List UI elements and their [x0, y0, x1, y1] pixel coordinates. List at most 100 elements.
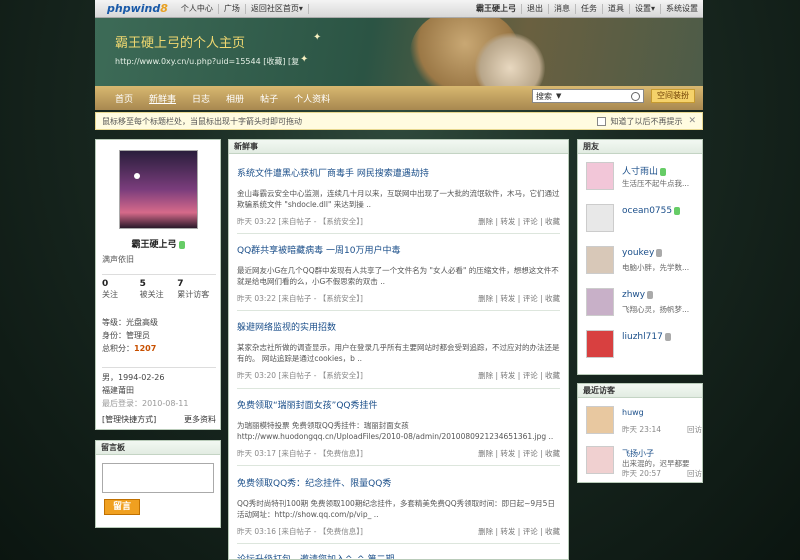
feed-item-title[interactable]: 论坛升级打包，邀请您加入^_^ 第二期: [237, 552, 560, 559]
visitor-item[interactable]: 飞扬小子 出来混的，迟早都要 昨天 20:57 回访: [586, 446, 702, 478]
offline-icon: [647, 290, 654, 299]
topbar-username[interactable]: 霸王硬上弓: [471, 4, 521, 14]
guestbook-submit-button[interactable]: 留言: [104, 499, 140, 515]
feed-item-source[interactable]: [来自帖子 - 【免费信息】]: [278, 448, 363, 459]
nav-profile[interactable]: 个人资料: [286, 92, 338, 105]
friend-item[interactable]: zhwy 飞翔心灵，扬帆梦...: [586, 288, 698, 320]
visitor-name[interactable]: huwg: [622, 408, 644, 417]
profile-credit: 总积分：1207: [102, 344, 157, 353]
nav-album[interactable]: 相册: [218, 92, 252, 105]
feed-item-title[interactable]: 躲避网络监视的实用招数: [237, 320, 560, 333]
feed-item-actions[interactable]: 删除 | 转发 | 评论 | 收藏: [478, 526, 560, 537]
topbar-tasks[interactable]: 任务: [574, 3, 602, 14]
feed-item-time: 昨天 03:16: [237, 527, 276, 536]
offline-icon: [664, 332, 671, 341]
avatar[interactable]: [119, 150, 198, 229]
topbar-logout[interactable]: 退出: [520, 3, 548, 14]
topbar-settings[interactable]: 设置▾: [628, 3, 660, 14]
stat-follow[interactable]: 0 关注: [102, 279, 140, 300]
visitor-reply-link[interactable]: 回访: [687, 468, 702, 479]
avatar[interactable]: [586, 330, 614, 358]
feed-item-source[interactable]: [来自帖子 - 【免费信息】]: [278, 526, 363, 537]
topbar-back-home[interactable]: 返回社区首页▾: [246, 3, 309, 14]
friend-item[interactable]: ocean0755: [586, 204, 698, 236]
feed-item-actions[interactable]: 删除 | 转发 | 评论 | 收藏: [478, 293, 560, 304]
guestbook-title: 留言板: [96, 441, 220, 455]
topbar-personal-center[interactable]: 个人中心: [176, 3, 219, 14]
online-icon: [660, 167, 667, 176]
more-info-link[interactable]: 更多资料: [184, 414, 216, 425]
topbar-system-settings[interactable]: 系统设置: [660, 3, 703, 14]
phpwind-logo[interactable]: phpwind8: [107, 2, 168, 15]
profile-info: 等级：光盘高级 身份：管理员 总积分：1207: [102, 316, 158, 355]
dont-show-checkbox[interactable]: [597, 116, 607, 126]
stat-followers[interactable]: 5 被关注: [140, 279, 178, 300]
space-url[interactable]: http://www.0xy.cn/u.php?uid=15544 [收藏] […: [115, 56, 299, 67]
feed-item-body: 为瑞丽模特投票 免费领取QQ秀挂件：瑞丽封面女孩 http://www.huod…: [237, 421, 554, 441]
avatar[interactable]: [586, 162, 614, 190]
profile-nickname[interactable]: 霸王硬上弓: [96, 237, 220, 250]
feed-item-title[interactable]: 免费领取QQ秀：纪念挂件、限量QQ秀: [237, 476, 560, 489]
offline-icon: [656, 248, 663, 257]
tip-text: 鼠标移至每个标题栏处，当鼠标出现十字箭头时即可拖动: [102, 116, 302, 126]
online-icon: [674, 206, 681, 215]
feed-item: QQ群共享被暗藏病毒 一周10万用户中毒 最近网友小G在几个QQ群中发现有人共享…: [237, 243, 560, 304]
friend-item[interactable]: 人寸雨山 生活压不起牛点我...: [586, 162, 698, 194]
manage-shortcut-link[interactable]: [管理快捷方式]: [102, 414, 156, 425]
feed-item-actions[interactable]: 删除 | 转发 | 评论 | 收藏: [478, 370, 560, 381]
feed-item-source[interactable]: [来自帖子 - 【系统安全】]: [278, 293, 363, 304]
feed-item-source[interactable]: [来自帖子 - 【系统安全】]: [278, 370, 363, 381]
visitor-item[interactable]: huwg 昨天 23:14 回访: [586, 406, 702, 438]
topbar-square[interactable]: 广场: [219, 3, 246, 14]
skin-button[interactable]: 空间装扮: [651, 89, 695, 103]
friend-name: youkey: [622, 248, 655, 258]
profile-gender-birthday: 男，1994-02-26: [102, 373, 165, 382]
dont-show-again[interactable]: 知道了以后不再提示: [597, 116, 682, 127]
visitor-time: 昨天 23:14: [622, 425, 661, 434]
topbar-messages[interactable]: 消息: [547, 3, 575, 14]
close-icon[interactable]: ✕: [688, 116, 696, 126]
feed-item-title[interactable]: 免费领取“瑞丽封面女孩”QQ秀挂件: [237, 398, 560, 411]
friends-panel: 朋友 人寸雨山 生活压不起牛点我... ocean0755 youkey 电脑小…: [577, 139, 703, 375]
guestbook-textarea[interactable]: [102, 463, 214, 493]
divider: [237, 388, 560, 389]
visitors-title: 最近访客: [578, 384, 702, 398]
avatar[interactable]: [586, 406, 614, 434]
avatar[interactable]: [586, 204, 614, 232]
nav-feed[interactable]: 新鲜事: [141, 92, 184, 105]
divider: [237, 465, 560, 466]
search-icon[interactable]: [631, 91, 640, 101]
avatar[interactable]: [586, 246, 614, 274]
friend-item[interactable]: liuzhl717: [586, 330, 698, 362]
topbar-props[interactable]: 道具: [601, 3, 629, 14]
feed-item-body: 最近网友小G在几个QQ群中发现有人共享了一个文件名为 "女人必看" 的压缩文件，…: [237, 266, 559, 286]
top-bar: phpwind8 个人中心 广场 返回社区首页▾ 霸王硬上弓 退出 消息 任务 …: [95, 0, 703, 18]
feed-item-actions[interactable]: 删除 | 转发 | 评论 | 收藏: [478, 216, 560, 227]
space-nav: 首页 新鲜事 日志 相册 帖子 个人资料 搜索 ▼ 空间装扮: [95, 86, 703, 110]
guestbook-panel: 留言板 留言: [95, 440, 221, 528]
avatar[interactable]: [586, 288, 614, 316]
feed-item-title[interactable]: QQ群共享被暗藏病毒 一周10万用户中毒: [237, 243, 560, 256]
friend-name: zhwy: [622, 290, 646, 300]
friends-title: 朋友: [578, 140, 702, 154]
profile-stats: 0 关注 5 被关注 7 累计访客: [102, 274, 216, 300]
friend-desc: 电脑小胖，先学数...: [622, 263, 690, 272]
nav-diary[interactable]: 日志: [184, 92, 218, 105]
feed-item-meta: 昨天 03:22 [来自帖子 - 【系统安全】] 删除 | 转发 | 评论 | …: [237, 216, 560, 227]
feed-item-source[interactable]: [来自帖子 - 【系统安全】]: [278, 216, 363, 227]
search-type-select[interactable]: 搜索: [536, 91, 556, 102]
profile-last-login: 最后登录：2010-08-11: [102, 399, 189, 408]
nav-posts[interactable]: 帖子: [252, 92, 286, 105]
stat-visitors[interactable]: 7 累计访客: [177, 279, 215, 300]
space-title: 霸王硬上弓的个人主页: [115, 36, 246, 51]
nav-home[interactable]: 首页: [107, 92, 141, 105]
search-input[interactable]: 搜索 ▼: [532, 89, 644, 103]
feed-item-title[interactable]: 系统文件遭黑心获机厂商毒手 网民搜索遭遇劫持: [237, 166, 560, 179]
profile-level: 等级：光盘高级: [102, 318, 158, 327]
visitor-reply-link[interactable]: 回访: [687, 424, 702, 435]
avatar[interactable]: [586, 446, 614, 474]
friend-item[interactable]: youkey 电脑小胖，先学数...: [586, 246, 698, 278]
feed-item-actions[interactable]: 删除 | 转发 | 评论 | 收藏: [478, 448, 560, 459]
star-icon: ✦: [300, 54, 309, 65]
online-icon: [178, 240, 185, 249]
